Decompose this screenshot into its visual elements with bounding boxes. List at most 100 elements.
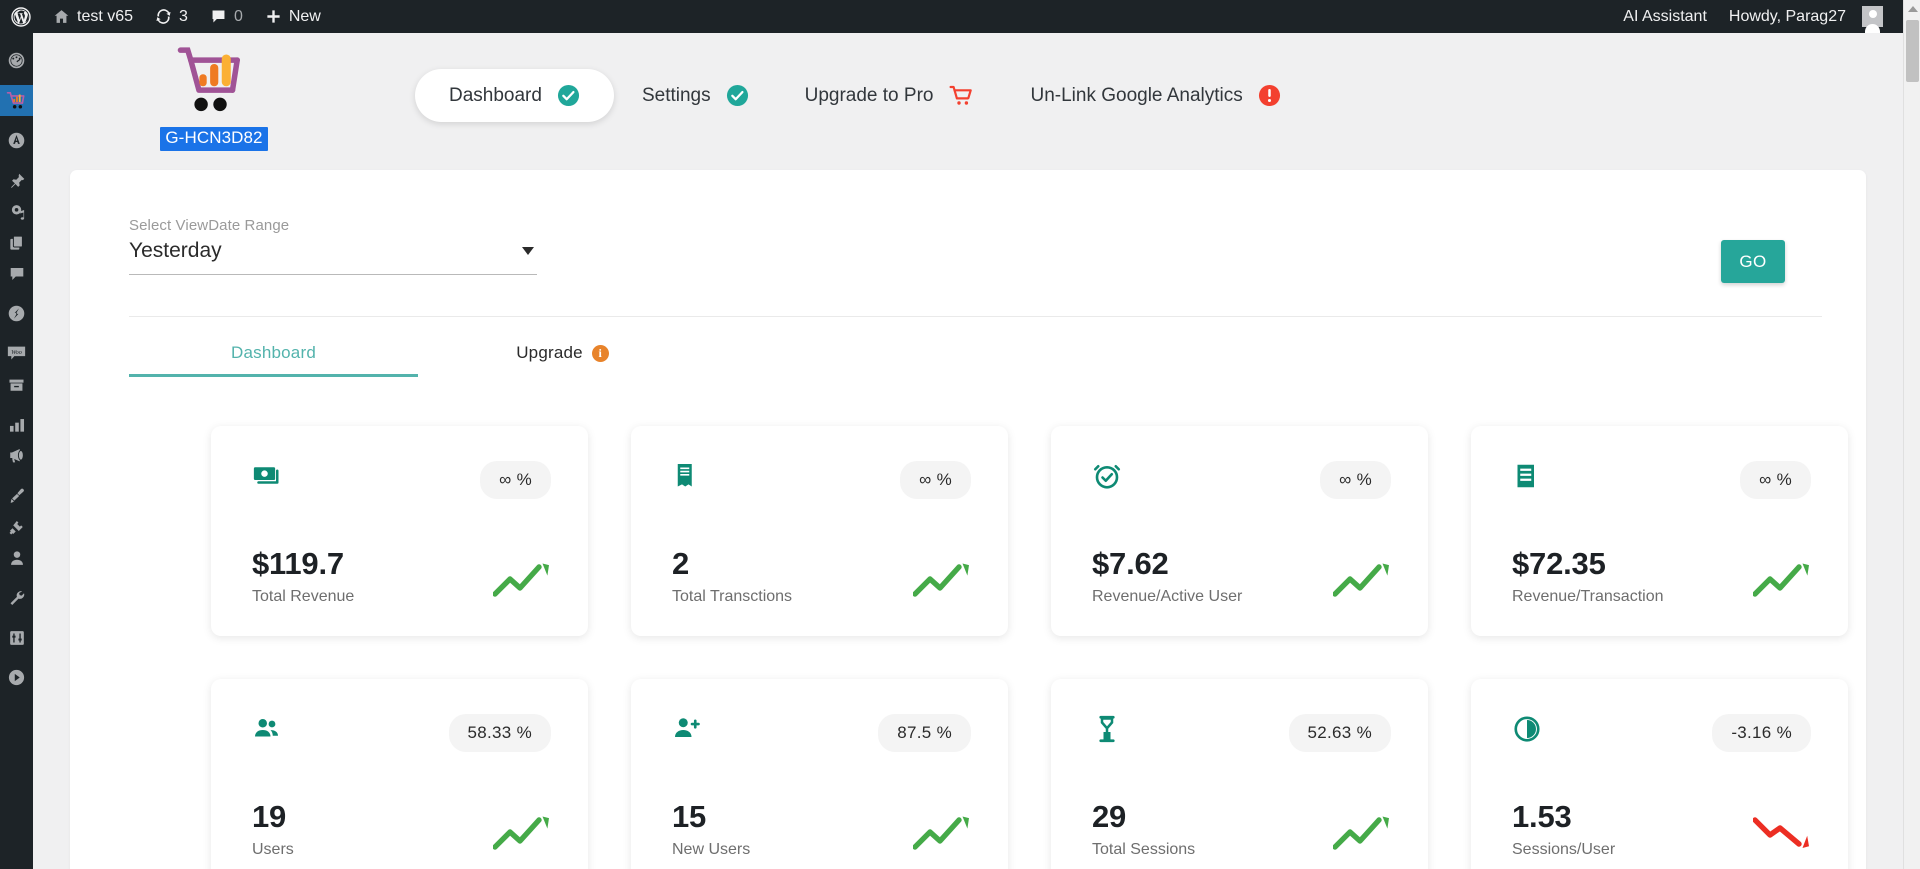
trend-up-icon	[1332, 559, 1391, 600]
stat-value: 2	[672, 546, 690, 582]
plugin-nav: Dashboard Settings Upgrade to Pro Un-Lin…	[415, 69, 1309, 122]
stat-card-total-transactions: ∞ % 2 Total Transctions	[631, 426, 1008, 636]
dashboard-panel: Select ViewDate Range Yesterday GO Dashb…	[70, 170, 1866, 869]
plug-icon	[8, 518, 26, 536]
stat-card-users: 58.33 % 19 Users	[211, 679, 588, 869]
stat-label: New Users	[672, 841, 751, 858]
ai-assistant-menu[interactable]: AI Assistant	[1612, 0, 1718, 33]
new-content-menu[interactable]: New	[254, 0, 332, 33]
trend-up-icon	[1332, 812, 1391, 853]
comments-menu[interactable]: 0	[199, 0, 254, 33]
stat-value: 19	[252, 799, 287, 835]
sidebar-item-media-player[interactable]	[0, 662, 33, 693]
trend-up-icon	[492, 559, 551, 600]
media-icon	[8, 203, 26, 221]
stat-card-revenue-transaction: ∞ % $72.35 Revenue/Transaction	[1471, 426, 1848, 636]
sidebar-item-analytics-cart[interactable]	[0, 85, 41, 116]
stat-label: Total Sessions	[1092, 841, 1196, 858]
percent-badge: ∞ %	[1320, 461, 1391, 499]
sidebar-item-users[interactable]	[0, 542, 33, 573]
nav-item-label: Upgrade to Pro	[804, 84, 934, 106]
alarm-check-icon	[1092, 461, 1122, 491]
scroll-up-arrow-icon[interactable]	[1904, 0, 1920, 17]
tab-label: Upgrade	[516, 343, 583, 362]
percent-badge: ∞ %	[1740, 461, 1811, 499]
nav-item-label: Un-Link Google Analytics	[1030, 84, 1243, 106]
stat-card-revenue-active-user: ∞ % $7.62 Revenue/Active User	[1051, 426, 1428, 636]
updates-menu[interactable]: 3	[144, 0, 199, 33]
page-wrap: G-HCN3D82 Dashboard Settings Upgrade to …	[33, 33, 1903, 869]
nav-item-unlink-google-analytics[interactable]: Un-Link Google Analytics	[1002, 70, 1308, 121]
sidebar-item-pages[interactable]	[0, 227, 33, 258]
stat-value: 15	[672, 799, 707, 835]
stat-card-sessions-user: -3.16 % 1.53 Sessions/User	[1471, 679, 1848, 869]
go-button[interactable]: GO	[1721, 240, 1785, 283]
tracking-id-value[interactable]: G-HCN3D82	[160, 127, 268, 151]
sidebar-item-tools[interactable]	[0, 582, 33, 613]
sidebar-item-products[interactable]	[0, 369, 33, 400]
tab-dashboard[interactable]: Dashboard	[129, 329, 418, 377]
tab-upgrade[interactable]: Upgrade i	[418, 329, 707, 377]
plugin-header: G-HCN3D82 Dashboard Settings Upgrade to …	[33, 33, 1903, 170]
pie-clock-icon	[1512, 714, 1542, 744]
stat-value: 29	[1092, 799, 1127, 835]
pin-icon	[8, 172, 26, 190]
percent-badge: 87.5 %	[878, 714, 971, 752]
stat-value: $72.35	[1512, 546, 1606, 582]
money-bills-icon	[252, 461, 282, 491]
date-range-select[interactable]: Yesterday	[129, 239, 537, 275]
new-label: New	[288, 7, 321, 25]
stat-value: $119.7	[252, 546, 344, 582]
sidebar-item-posts[interactable]	[0, 165, 33, 196]
stat-label: Users	[252, 841, 294, 858]
percent-badge: ∞ %	[900, 461, 971, 499]
chevron-down-icon	[522, 247, 534, 255]
nav-item-upgrade-to-pro[interactable]: Upgrade to Pro	[777, 70, 1003, 122]
megaphone-icon	[7, 446, 26, 465]
sidebar-item-appearance[interactable]	[0, 480, 33, 511]
sidebar-item-comments[interactable]	[0, 258, 33, 289]
info-icon: i	[591, 344, 609, 362]
play-circle-icon	[7, 668, 26, 687]
sidebar-item-plugins[interactable]	[0, 511, 33, 542]
sidebar-item-settings[interactable]	[0, 622, 33, 653]
sidebar-item-akismet[interactable]	[0, 125, 33, 156]
updates-count: 3	[179, 7, 188, 25]
sidebar-item-marketing[interactable]	[0, 440, 33, 471]
sidebar-item-woocommerce[interactable]: Woo	[0, 338, 33, 369]
date-range-label: Select ViewDate Range	[129, 217, 290, 234]
dashboard-tabs: Dashboard Upgrade i	[129, 317, 1866, 377]
sidebar-item-analytics[interactable]	[0, 409, 33, 440]
nav-item-label: Settings	[641, 84, 711, 106]
home-icon	[53, 8, 70, 25]
my-account-menu[interactable]: Howdy, Parag27	[1718, 0, 1894, 33]
stat-card-total-revenue: ∞ % $119.7 Total Revenue	[211, 426, 588, 636]
sidebar-item-stripe[interactable]	[0, 298, 33, 329]
check-circle-icon	[726, 84, 749, 107]
user-icon	[8, 549, 26, 567]
cart-bar-chart-logo	[171, 39, 257, 125]
sidebar-item-media[interactable]	[0, 196, 33, 227]
avatar	[1862, 6, 1883, 33]
nav-item-dashboard[interactable]: Dashboard	[415, 69, 614, 122]
page-scrollbar[interactable]	[1903, 0, 1920, 869]
wp-logo-menu[interactable]	[0, 0, 42, 33]
gauge-icon	[7, 51, 26, 70]
tab-label: Dashboard	[231, 343, 316, 362]
archive-box-icon	[7, 376, 26, 394]
stats-grid: ∞ % $119.7 Total Revenue ∞ % 2 Total Tra…	[70, 377, 1866, 869]
trend-down-icon	[1752, 812, 1811, 853]
site-name-menu[interactable]: test v65	[42, 0, 144, 33]
stat-label: Sessions/User	[1512, 841, 1616, 858]
filter-row: Select ViewDate Range Yesterday GO	[70, 217, 1866, 283]
paintbrush-icon	[8, 487, 26, 505]
nav-item-settings[interactable]: Settings	[614, 70, 777, 121]
sidebar-item-dashboard[interactable]	[0, 45, 33, 76]
percent-badge: ∞ %	[480, 461, 551, 499]
admin-bar-left: test v65 3 0 New	[0, 0, 332, 33]
wrench-icon	[8, 589, 26, 607]
user-plus-icon	[672, 714, 702, 744]
receipt-icon	[672, 461, 702, 491]
comment-bubble-icon	[8, 265, 26, 283]
scrollbar-thumb[interactable]	[1906, 20, 1919, 82]
